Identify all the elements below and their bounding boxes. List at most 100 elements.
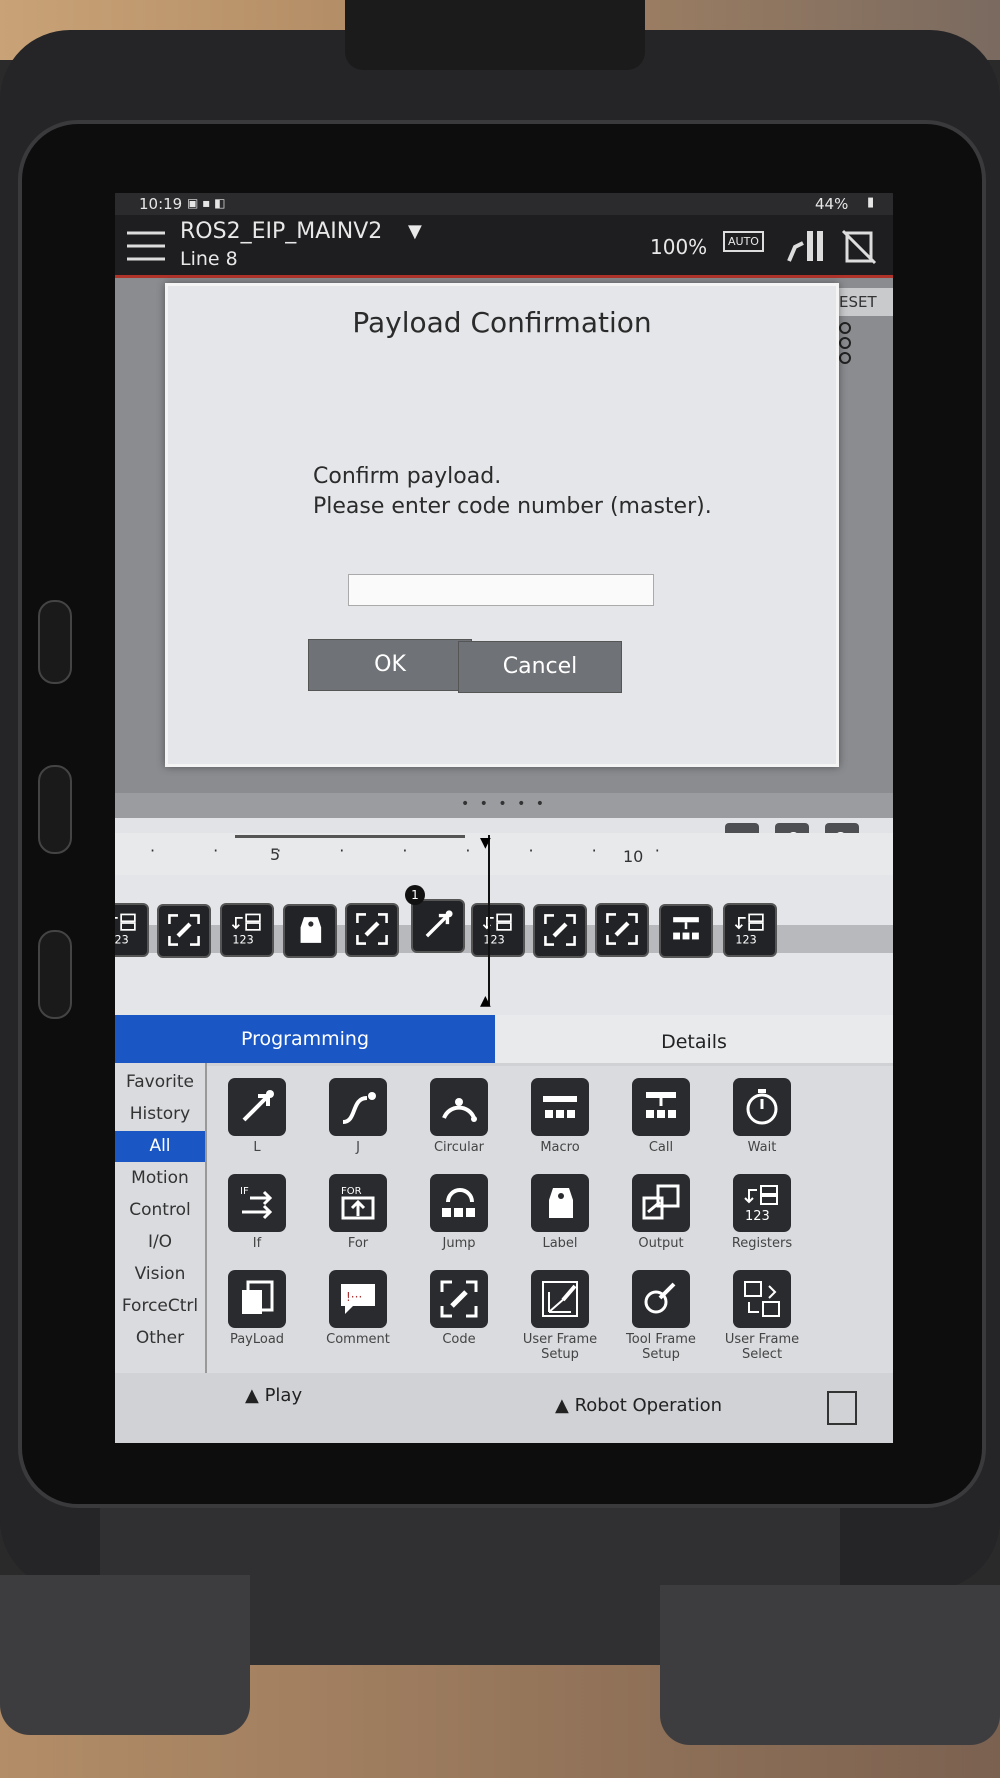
category-i-o[interactable]: I/O: [115, 1227, 205, 1258]
palette-item-call[interactable]: Call: [611, 1078, 711, 1168]
wait-icon: [733, 1078, 791, 1136]
tab-programming[interactable]: Programming: [115, 1015, 495, 1063]
playhead-bottom-marker: ▲: [480, 993, 491, 1009]
tab-details[interactable]: Details: [495, 1015, 893, 1063]
program-dropdown-icon[interactable]: ▼: [408, 221, 422, 242]
jump-icon: [430, 1174, 488, 1232]
category-favorite[interactable]: Favorite: [115, 1067, 205, 1098]
timeline-ruler: 5 10 ·········: [115, 833, 893, 875]
code-number-input[interactable]: [348, 574, 654, 606]
palette-item-label: Tool Frame Setup: [626, 1332, 696, 1362]
notification-icons: ▣ ▪ ◧: [187, 196, 226, 210]
robot-status-icon[interactable]: [785, 229, 825, 267]
code-icon: [430, 1270, 488, 1328]
palette-item-payload[interactable]: PayLoad: [207, 1270, 307, 1360]
side-button[interactable]: [38, 600, 72, 684]
category-all[interactable]: All: [115, 1131, 205, 1162]
timeline-node[interactable]: [659, 904, 713, 958]
palette-item-j[interactable]: J: [308, 1078, 408, 1168]
svg-text:123: 123: [735, 934, 756, 947]
menu-icon[interactable]: [125, 227, 167, 269]
timeline-node[interactable]: [157, 904, 211, 958]
registers-icon: 123: [733, 1174, 791, 1232]
status-bar: 10:19 ▣ ▪ ◧ 44% ▮: [115, 193, 893, 215]
panel-splitter[interactable]: • • • • •: [115, 793, 893, 819]
stand-foot: [0, 1575, 250, 1735]
for-icon: FOR: [329, 1174, 387, 1232]
palette-item-user-frame-setup[interactable]: User Frame Setup: [510, 1270, 610, 1362]
palette-item-label[interactable]: Label: [510, 1174, 610, 1264]
palette-item-macro[interactable]: Macro: [510, 1078, 610, 1168]
more-options-icon[interactable]: [838, 321, 852, 365]
palette-item-label: Wait: [747, 1140, 777, 1155]
timeline-node[interactable]: [283, 904, 337, 958]
reset-button[interactable]: ESET: [835, 288, 893, 316]
label-icon: [292, 917, 328, 952]
palette-item-registers[interactable]: 123 Registers: [712, 1174, 812, 1264]
user-frame-setup-icon: [531, 1270, 589, 1328]
category-forcectrl[interactable]: ForceCtrl: [115, 1291, 205, 1322]
panel-tabs: Programming Details: [115, 1015, 893, 1063]
category-other[interactable]: Other: [115, 1323, 205, 1354]
category-control[interactable]: Control: [115, 1195, 205, 1226]
side-button[interactable]: [38, 765, 72, 854]
palette-item-label: Label: [542, 1236, 578, 1251]
code-icon: [354, 913, 390, 951]
timeline-node[interactable]: [533, 904, 587, 958]
palette-item-tool-frame-setup[interactable]: Tool Frame Setup: [611, 1270, 711, 1362]
timeline-node[interactable]: [595, 903, 649, 957]
palette-item-label: Output: [638, 1236, 684, 1251]
program-name[interactable]: ROS2_EIP_MAINV2: [180, 219, 382, 244]
palette-item-label: For: [347, 1236, 369, 1251]
keyboard-icon[interactable]: [827, 1391, 857, 1425]
dialog-message-line: Confirm payload.: [313, 464, 502, 489]
category-motion[interactable]: Motion: [115, 1163, 205, 1194]
palette-item-code[interactable]: Code: [409, 1270, 509, 1360]
playhead[interactable]: [488, 835, 490, 1005]
palette-item-label: Registers: [731, 1236, 793, 1251]
call-icon: [668, 917, 704, 952]
play-drawer-button[interactable]: ▲ Play: [245, 1385, 302, 1406]
playhead-top-marker: ▼: [480, 835, 491, 851]
palette-item-l[interactable]: L: [207, 1078, 307, 1168]
palette-item-label: Jump: [442, 1236, 476, 1251]
palette-item-for[interactable]: FOR For: [308, 1174, 408, 1264]
robot-operation-drawer-button[interactable]: ▲ Robot Operation: [555, 1395, 722, 1416]
svg-text:FOR: FOR: [341, 1186, 362, 1197]
ok-button[interactable]: OK: [308, 639, 472, 691]
speed-override[interactable]: 100%: [650, 235, 707, 259]
category-history[interactable]: History: [115, 1099, 205, 1130]
svg-text:IF: IF: [240, 1186, 249, 1197]
screen: 10:19 ▣ ▪ ◧ 44% ▮ ROS2_EIP_MAINV2 ▼ Line…: [115, 193, 893, 1443]
auto-mode-icon[interactable]: AUTO: [723, 231, 764, 252]
palette-item-output[interactable]: Output: [611, 1174, 711, 1264]
svg-text:123: 123: [232, 934, 253, 947]
timeline-node[interactable]: 123: [723, 903, 777, 957]
palette-item-label: L: [253, 1140, 261, 1155]
side-button[interactable]: [38, 930, 72, 1019]
registers-icon: 123: [229, 913, 265, 951]
timeline-node[interactable]: [345, 903, 399, 957]
category-vision[interactable]: Vision: [115, 1259, 205, 1290]
ruler-dots: ·········: [150, 841, 718, 860]
cancel-button[interactable]: Cancel: [458, 641, 622, 693]
joint-motion-icon: [329, 1078, 387, 1136]
dialog-message: Confirm payload. Please enter code numbe…: [313, 462, 793, 522]
palette-item-user-frame-select[interactable]: User Frame Select: [712, 1270, 812, 1362]
timeline-node[interactable]: 123: [220, 903, 274, 957]
code-icon: [542, 914, 578, 952]
stand-foot: [660, 1585, 1000, 1745]
title-bar: ROS2_EIP_MAINV2 ▼ Line 8 100% AUTO: [115, 215, 893, 278]
palette-item-comment[interactable]: !··· Comment: [308, 1270, 408, 1360]
timeline-node[interactable]: 123: [115, 903, 149, 957]
palette-item-if[interactable]: IF If: [207, 1174, 307, 1264]
palette-item-circular[interactable]: Circular: [409, 1078, 509, 1168]
clock: 10:19: [139, 195, 183, 213]
no-teach-icon[interactable]: [841, 229, 877, 269]
svg-text:123: 123: [483, 934, 504, 947]
timeline-node[interactable]: 1: [405, 885, 465, 953]
palette-item-wait[interactable]: Wait: [712, 1078, 812, 1168]
timeline-node[interactable]: 123: [471, 903, 525, 957]
palette-item-jump[interactable]: Jump: [409, 1174, 509, 1264]
category-list: Favorite History All Motion Control I/O Vision…: [115, 1063, 207, 1373]
